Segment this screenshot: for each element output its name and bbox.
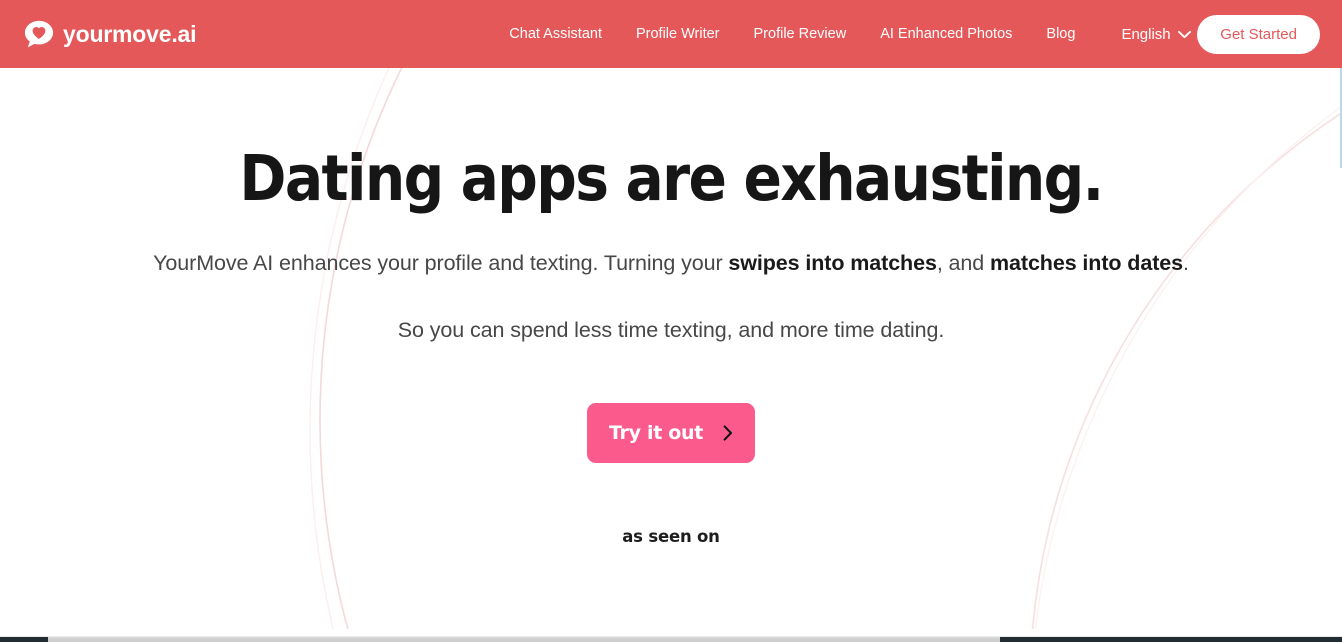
- horizontal-scrollbar[interactable]: [0, 629, 1342, 642]
- hero-subtitle-part3: .: [1182, 250, 1189, 275]
- try-it-out-button[interactable]: Try it out: [587, 402, 755, 463]
- brand-name: yourmove.ai: [63, 20, 197, 47]
- language-selector-label: English: [1121, 25, 1171, 43]
- nav-item-profile-review[interactable]: Profile Review: [737, 26, 864, 42]
- page-root: yourmove.ai Chat Assistant Profile Write…: [0, 0, 1342, 642]
- brand-logo-link[interactable]: yourmove.ai: [24, 19, 196, 49]
- get-started-button[interactable]: Get Started: [1197, 14, 1320, 54]
- site-header: yourmove.ai Chat Assistant Profile Write…: [0, 0, 1342, 68]
- chevron-down-icon: [1177, 30, 1191, 38]
- hero-section: Dating apps are exhausting. YourMove AI …: [0, 68, 1342, 546]
- hero-subtitle-line2: So you can spend less time texting, and …: [397, 317, 945, 342]
- nav-item-blog[interactable]: Blog: [1029, 26, 1092, 42]
- nav-item-chat-assistant[interactable]: Chat Assistant: [509, 26, 619, 42]
- scrollbar-end-left: [0, 637, 48, 642]
- page-title: Dating apps are exhausting.: [239, 142, 1104, 215]
- hero-subtitle-bold-swipes: swipes into matches: [728, 250, 937, 275]
- hero-subtitle-bold-matches: matches into dates: [990, 250, 1183, 275]
- heart-speech-bubble-icon: [24, 20, 54, 48]
- nav-item-profile-writer[interactable]: Profile Writer: [619, 26, 737, 42]
- main-navigation: Chat Assistant Profile Writer Profile Re…: [509, 25, 1191, 43]
- try-it-out-label: Try it out: [608, 421, 704, 444]
- chevron-right-icon: [723, 425, 733, 441]
- nav-item-ai-enhanced-photos[interactable]: AI Enhanced Photos: [863, 26, 1029, 42]
- scrollbar-end-right: [1000, 637, 1342, 642]
- hero-subtitle: YourMove AI enhances your profile and te…: [0, 247, 1342, 280]
- as-seen-on-label: as seen on: [622, 526, 720, 546]
- hero-cta-wrapper: Try it out: [0, 402, 1342, 463]
- hero-subtitle-part2: , and: [936, 250, 991, 275]
- hero-subtitle-part1: YourMove AI enhances your profile and te…: [153, 250, 729, 275]
- language-selector[interactable]: English: [1121, 25, 1191, 43]
